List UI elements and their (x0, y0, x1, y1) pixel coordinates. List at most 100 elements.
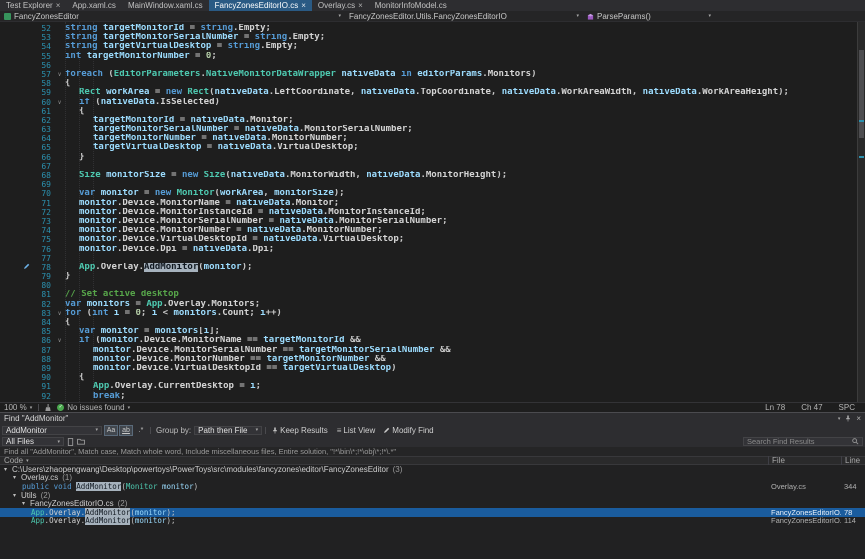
code-line-87[interactable]: 87monitor.Device.MonitorSerialNumber == … (0, 346, 857, 355)
fold-collapse-icon[interactable]: ∨ (54, 98, 65, 107)
column-header-code[interactable]: Code ▾ (0, 456, 768, 465)
code-line-53[interactable]: 53string targetMonitorSerialNumber = str… (0, 33, 857, 42)
tab-close-icon[interactable]: × (358, 2, 363, 10)
code-line-58[interactable]: 58{ (0, 79, 857, 88)
tab-close-icon[interactable]: × (56, 2, 61, 10)
code-line-78[interactable]: 78App.Overlay.AddMonitor(monitor); (0, 263, 857, 272)
code-line-89[interactable]: 89monitor.Device.VirtualDesktopId == tar… (0, 364, 857, 373)
spaces-indicator[interactable]: SPC (839, 403, 855, 412)
code-line-55[interactable]: 55int targetMonitorNumber = 0; (0, 52, 857, 61)
code-line-80[interactable]: 80 (0, 281, 857, 290)
document-icon[interactable] (67, 438, 74, 446)
result-match-row[interactable]: App.Overlay.AddMonitor(monitor);FancyZon… (0, 517, 865, 526)
tab-overlay-cs[interactable]: Overlay.cs× (312, 0, 369, 11)
column-header-file[interactable]: File (768, 456, 841, 465)
editor-scrollbar[interactable] (857, 22, 865, 402)
match-case-toggle[interactable]: Aa (105, 426, 117, 435)
code-line-74[interactable]: 74monitor.Device.MonitorNumber = nativeD… (0, 226, 857, 235)
fold-collapse-icon[interactable]: ∨ (54, 336, 65, 345)
result-group-row[interactable]: ▾FancyZonesEditorIO.cs(2) (0, 499, 865, 508)
code-line-57[interactable]: 57∨foreach (EditorParameters.NativeMonit… (0, 70, 857, 79)
result-group-row[interactable]: ▾C:\Users\zhaopengwang\Desktop\powertoys… (0, 465, 865, 474)
whole-word-toggle[interactable]: ab (120, 426, 132, 435)
code-line-91[interactable]: 91App.Overlay.CurrentDesktop = i; (0, 382, 857, 391)
close-icon[interactable]: × (856, 414, 861, 423)
expander-icon[interactable]: ▾ (22, 500, 30, 507)
expander-icon[interactable]: ▾ (13, 474, 21, 481)
code-line-67[interactable]: 67 (0, 162, 857, 171)
code-line-84[interactable]: 84{ (0, 318, 857, 327)
group-by-dropdown[interactable]: Path then File ▾ (194, 426, 262, 435)
tab-fancyzoneseditorio-cs[interactable]: FancyZonesEditorIO.cs× (209, 0, 312, 11)
tab-test-explorer[interactable]: Test Explorer× (0, 0, 66, 11)
code-line-59[interactable]: 59Rect workArea = new Rect(nativeData.Le… (0, 88, 857, 97)
result-group-row[interactable]: ▾Utils(2) (0, 491, 865, 500)
folder-icon[interactable] (77, 438, 85, 445)
project-dropdown[interactable]: FancyZonesEditor ▾ (0, 11, 345, 21)
result-match-row[interactable]: App.Overlay.AddMonitor(monitor);FancyZon… (0, 508, 865, 517)
code-line-90[interactable]: 90{ (0, 373, 857, 382)
member-dropdown[interactable]: ParseParams() ▾ (583, 11, 715, 21)
results-filter[interactable] (743, 437, 863, 446)
scrollbar-thumb[interactable] (859, 50, 864, 138)
fold-collapse-icon[interactable]: ∨ (54, 70, 65, 79)
line-indicator[interactable]: Ln 78 (765, 403, 785, 412)
code-line-92[interactable]: 92break; (0, 392, 857, 401)
health-indicator[interactable]: ✓ No issues found ▾ (57, 403, 130, 412)
code-cleanup-icon[interactable] (45, 404, 51, 411)
line-number: 60 (30, 98, 54, 107)
result-group-row[interactable]: ▾Overlay.cs(1) (0, 474, 865, 483)
expander-icon[interactable]: ▾ (4, 466, 12, 473)
code-line-60[interactable]: 60∨if (nativeData.IsSelected) (0, 98, 857, 107)
code-editor[interactable]: 52string targetMonitorId = string.Empty;… (0, 22, 865, 402)
result-match-row[interactable]: public void AddMonitor(Monitor monitor)O… (0, 482, 865, 491)
code-line-68[interactable]: 68Size monitorSize = new Size(nativeData… (0, 171, 857, 180)
code-line-69[interactable]: 69 (0, 180, 857, 189)
code-line-63[interactable]: 63targetMonitorSerialNumber = nativeData… (0, 125, 857, 134)
code-line-72[interactable]: 72monitor.Device.MonitorInstanceId = nat… (0, 208, 857, 217)
code-line-76[interactable]: 76monitor.Device.Dpi = nativeData.Dpi; (0, 245, 857, 254)
list-view-button[interactable]: ≡ List View (334, 425, 379, 435)
code-line-77[interactable]: 77 (0, 254, 857, 263)
code-line-81[interactable]: 81// Set active desktop (0, 290, 857, 299)
keep-results-button[interactable]: Keep Results (269, 425, 331, 435)
code-line-86[interactable]: 86∨if (monitor.Device.MonitorName == tar… (0, 336, 857, 345)
tab-monitorinfomodel-cs[interactable]: MonitorInfoModel.cs (369, 0, 453, 11)
expander-icon[interactable]: ▾ (13, 492, 21, 499)
code-line-83[interactable]: 83∨for (int i = 0; i < monitors.Count; i… (0, 309, 857, 318)
tab-close-icon[interactable]: × (301, 2, 306, 10)
code-line-52[interactable]: 52string targetMonitorId = string.Empty; (0, 24, 857, 33)
modify-find-button[interactable]: Modify Find (381, 425, 436, 435)
tab-mainwindow-xaml-cs[interactable]: MainWindow.xaml.cs (122, 0, 209, 11)
code-line-75[interactable]: 75monitor.Device.VirtualDesktopId = nati… (0, 235, 857, 244)
code-line-71[interactable]: 71monitor.Device.MonitorName = nativeDat… (0, 199, 857, 208)
code-line-54[interactable]: 54string targetVirtualDesktop = string.E… (0, 42, 857, 51)
code-line-70[interactable]: 70var monitor = new Monitor(workArea, mo… (0, 189, 857, 198)
scope-dropdown[interactable]: All Files ▾ (2, 437, 64, 446)
type-dropdown[interactable]: FancyZonesEditor.Utils.FancyZonesEditorI… (345, 11, 583, 21)
window-menu-icon[interactable]: ▾ (838, 416, 841, 422)
column-header-line[interactable]: Line (841, 456, 865, 465)
code-line-65[interactable]: 65targetVirtualDesktop = nativeData.Virt… (0, 143, 857, 152)
code-line-73[interactable]: 73monitor.Device.MonitorSerialNumber = n… (0, 217, 857, 226)
column-indicator[interactable]: Ch 47 (801, 403, 822, 412)
code-line-64[interactable]: 64targetMonitorNumber = nativeData.Monit… (0, 134, 857, 143)
regex-toggle[interactable]: .* (135, 426, 147, 435)
code-line-62[interactable]: 62targetMonitorId = nativeData.Monitor; (0, 116, 857, 125)
fold-collapse-icon[interactable]: ∨ (54, 309, 65, 318)
code-line-61[interactable]: 61{ (0, 107, 857, 116)
pin-icon[interactable] (845, 415, 851, 422)
glyph-margin (0, 33, 30, 42)
search-term-combo[interactable]: AddMonitor ▾ (2, 426, 102, 435)
code-line-56[interactable]: 56 (0, 61, 857, 70)
code-line-82[interactable]: 82var monitors = App.Overlay.Monitors; (0, 300, 857, 309)
code-line-85[interactable]: 85var monitor = monitors[i]; (0, 327, 857, 336)
results-filter-input[interactable] (747, 437, 850, 446)
code-line-66[interactable]: 66} (0, 153, 857, 162)
code-line-88[interactable]: 88monitor.Device.MonitorNumber == target… (0, 355, 857, 364)
find-title: Find "AddMonitor" (4, 414, 68, 423)
code-line-79[interactable]: 79} (0, 272, 857, 281)
tab-app-xaml-cs[interactable]: App.xaml.cs (66, 0, 122, 11)
zoom-control[interactable]: 100 % ▾ (4, 403, 32, 412)
find-title-bar[interactable]: Find "AddMonitor" ▾ × (0, 413, 865, 424)
